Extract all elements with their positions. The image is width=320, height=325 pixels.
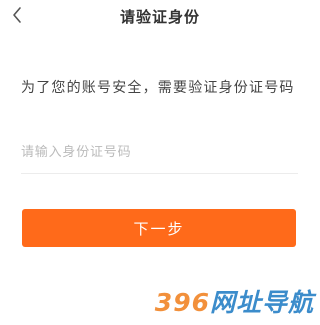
verification-prompt: 为了您的账号安全，需要验证身份证号码 — [21, 80, 295, 96]
input-underline — [21, 173, 298, 174]
next-step-button[interactable]: 下一步 — [22, 209, 296, 247]
id-number-input[interactable] — [21, 140, 291, 164]
page-title: 请验证身份 — [119, 8, 200, 26]
watermark-digits: 396 — [154, 288, 210, 317]
nav-bar: 请验证身份 — [0, 0, 320, 40]
watermark-text: 网址导航 — [209, 288, 314, 317]
site-watermark-logo: 396网址导航 — [155, 286, 314, 320]
